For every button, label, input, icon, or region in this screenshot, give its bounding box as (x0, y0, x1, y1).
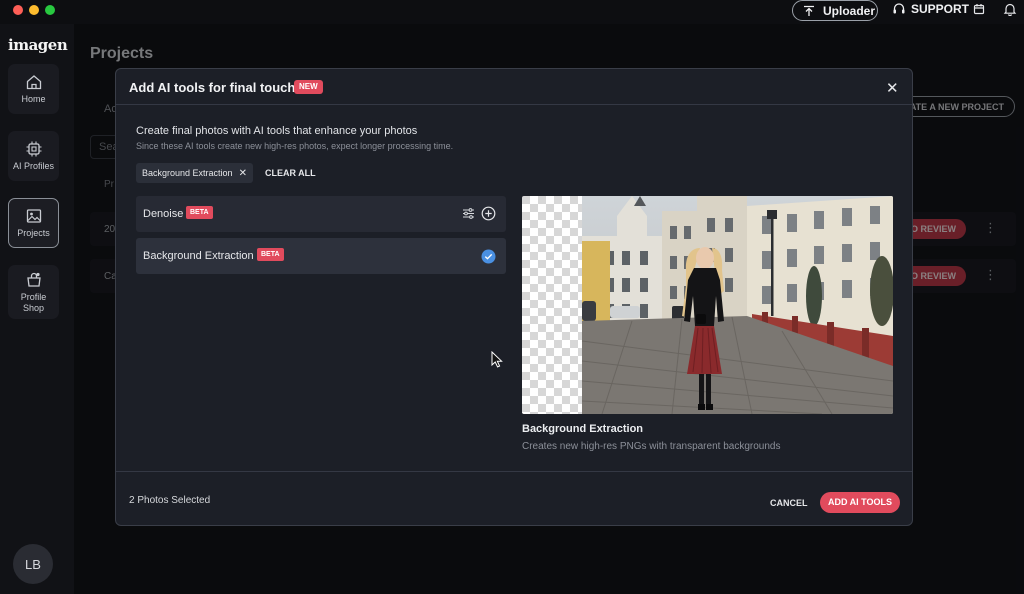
cancel-button[interactable]: CANCEL (770, 498, 808, 508)
image-icon (26, 209, 41, 223)
sidebar-item-projects[interactable]: Projects (8, 198, 59, 248)
sidebar-item-ai-profiles[interactable]: AI Profiles (8, 131, 59, 181)
app-logo: imagen (8, 36, 68, 54)
sidebar-item-home[interactable]: Home (8, 64, 59, 114)
sidebar-item-label: AI Profiles (12, 161, 54, 171)
modal-intro: Create final photos with AI tools that e… (136, 125, 418, 137)
tool-label: Background Extraction (143, 250, 254, 262)
home-icon (26, 75, 41, 90)
tool-item-background-extraction[interactable]: Background Extraction BETA (136, 238, 506, 274)
sidebar-item-label: Profile Shop (20, 291, 47, 313)
support-link[interactable]: SUPPORT (892, 2, 969, 16)
bell-icon[interactable] (1003, 2, 1017, 16)
tool-label: Denoise (143, 208, 184, 220)
upload-icon (804, 5, 814, 16)
background-extraction-preview-image (522, 196, 893, 414)
clear-all-button[interactable]: CLEAR ALL (265, 168, 316, 178)
modal-header: Add AI tools for final touches NEW ✕ (116, 69, 912, 105)
modal-intro-note: Since these AI tools create new high-res… (136, 141, 454, 151)
close-icon[interactable]: ✕ (886, 79, 899, 97)
add-ai-tools-button[interactable]: ADD AI TOOLS (820, 492, 900, 513)
uploader-label: Uploader (823, 3, 876, 18)
close-window-button[interactable] (13, 5, 23, 15)
preview-description: Creates new high-res PNGs with transpare… (522, 441, 781, 452)
beta-badge: BETA (186, 206, 213, 219)
tool-item-denoise[interactable]: Denoise BETA (136, 196, 506, 232)
uploader-button[interactable]: Uploader (792, 0, 878, 21)
support-label: SUPPORT (911, 2, 970, 16)
beta-badge: BETA (257, 248, 284, 261)
mouse-cursor-icon (491, 351, 503, 368)
avatar[interactable]: LB (13, 544, 53, 584)
chip-label: Background Extraction (142, 168, 233, 178)
selected-photos-count: 2 Photos Selected (129, 495, 211, 506)
calendar-icon[interactable] (973, 3, 985, 15)
shop-icon (26, 272, 41, 287)
add-circle-icon[interactable] (481, 206, 496, 221)
new-badge: NEW (294, 80, 323, 94)
sidebar-item-profile-shop[interactable]: Profile Shop (8, 265, 59, 319)
filter-chip[interactable]: Background Extraction ✕ (136, 163, 253, 183)
modal-footer: 2 Photos Selected CANCEL ADD AI TOOLS (116, 471, 912, 525)
settings-sliders-icon[interactable] (462, 207, 475, 220)
modal-title: Add AI tools for final touches (129, 80, 310, 95)
headset-icon (893, 3, 905, 14)
remove-chip-icon[interactable]: ✕ (239, 168, 247, 179)
sidebar-item-label: Projects (17, 228, 50, 238)
checkmark-circle-icon[interactable] (481, 249, 496, 264)
minimize-window-button[interactable] (29, 5, 39, 15)
cpu-icon (26, 141, 41, 157)
title-bar: Uploader SUPPORT (0, 0, 1024, 24)
ai-tools-modal: Add AI tools for final touches NEW ✕ Cre… (115, 68, 913, 526)
zoom-window-button[interactable] (45, 5, 55, 15)
sidebar-item-label: Home (21, 94, 46, 104)
preview-title: Background Extraction (522, 423, 644, 435)
